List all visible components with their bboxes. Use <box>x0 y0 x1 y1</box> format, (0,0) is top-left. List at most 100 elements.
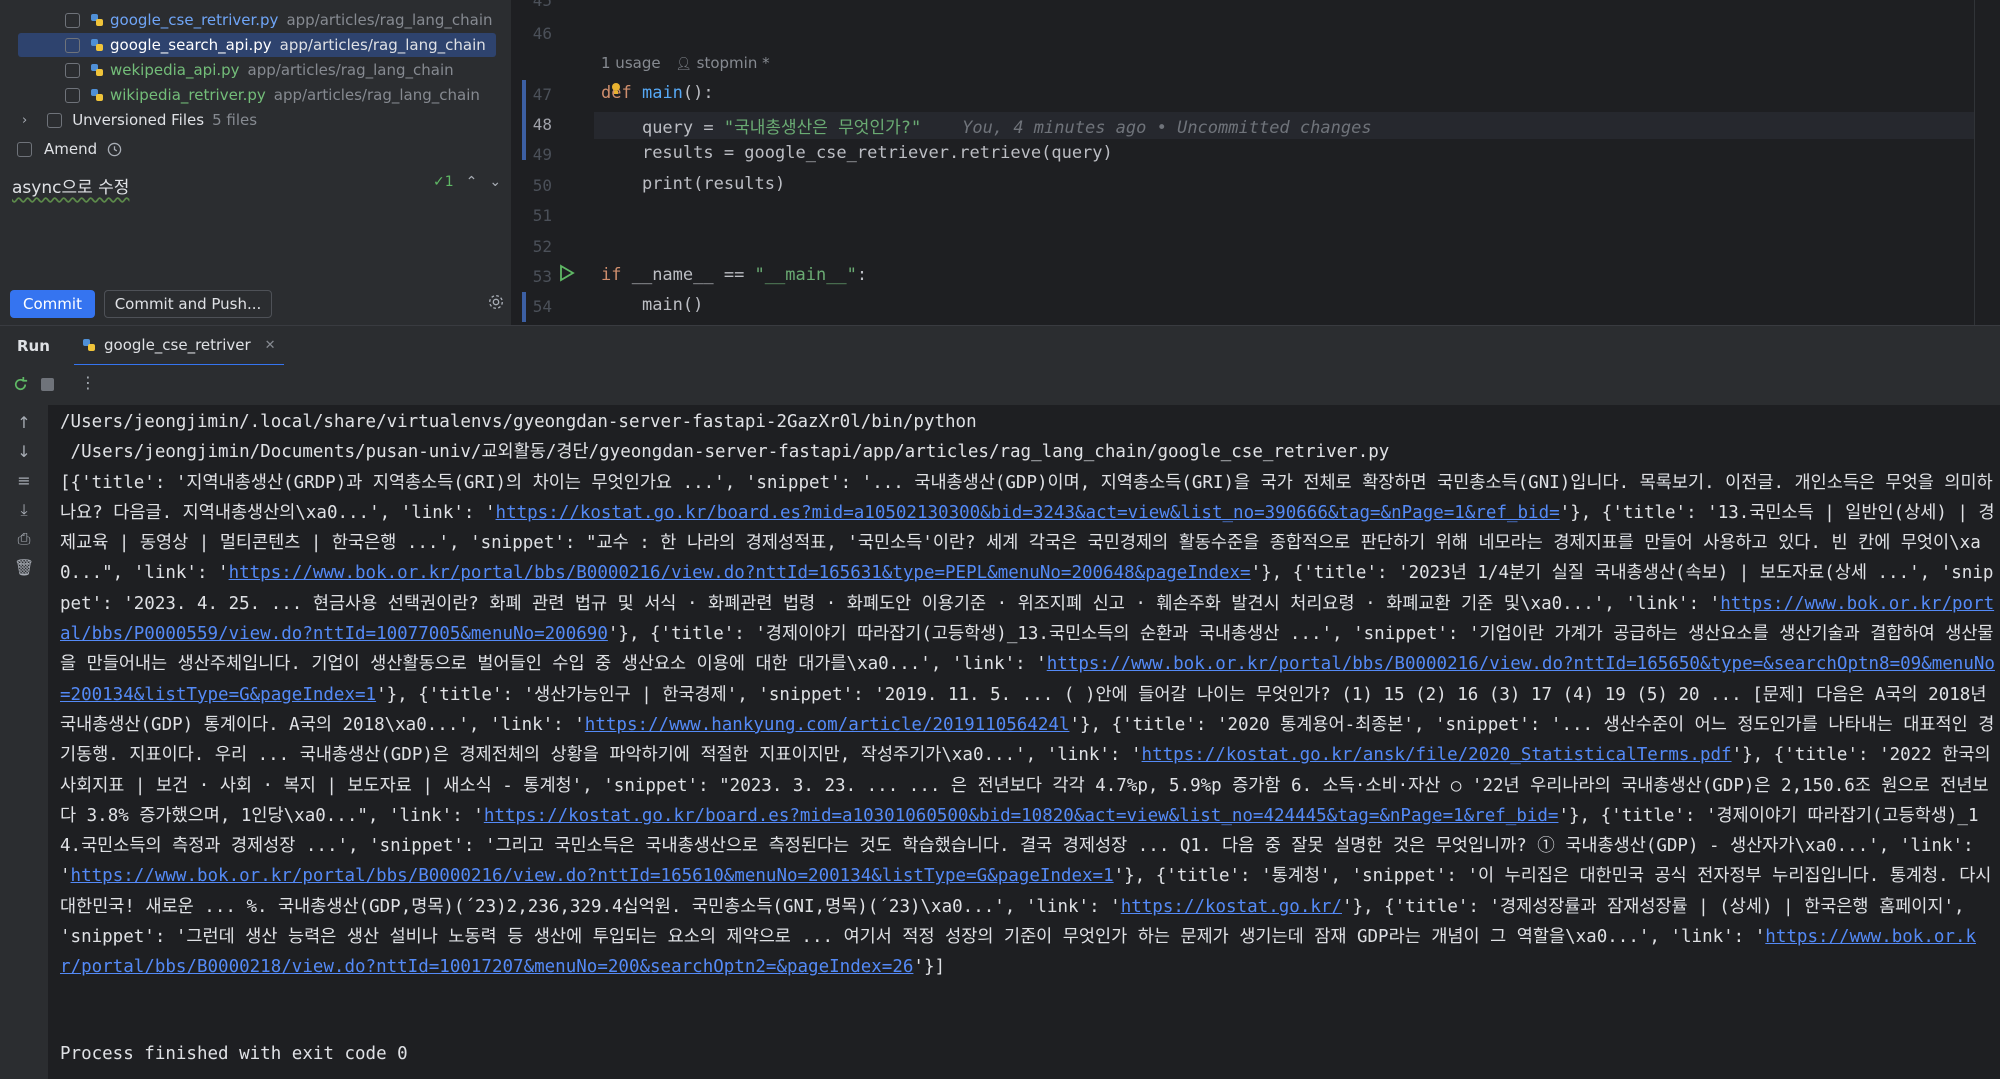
close-icon[interactable]: ✕ <box>265 338 276 353</box>
code-text: __name__ == <box>621 265 755 285</box>
code-line-53: if __name__ == "__main__": <box>601 265 867 285</box>
operator: = <box>693 118 724 138</box>
code-line-54: main() <box>601 295 703 315</box>
run-window-title[interactable]: Run <box>17 337 50 355</box>
unversioned-label: Unversioned Files <box>72 111 205 129</box>
code-text: print(results) <box>641 174 786 194</box>
python-file-icon <box>91 39 103 51</box>
output-link[interactable]: https://www.bok.or.kr/portal/bbs/B000021… <box>71 866 1114 886</box>
python-file-icon <box>91 89 103 101</box>
message-tools: ✓1 ⌃ ⌄ <box>433 174 501 190</box>
changed-file-row[interactable]: google_search_api.py app/articles/rag_la… <box>18 33 496 57</box>
file-path: app/articles/rag_lang_chain <box>286 11 493 29</box>
unversioned-count: 5 files <box>212 111 258 129</box>
scroll-to-end-icon[interactable]: ⤓ <box>14 500 34 520</box>
person-icon: 👤︎ <box>675 57 692 72</box>
usage-count[interactable]: 1 usage <box>601 54 661 72</box>
run-icon[interactable] <box>559 264 575 282</box>
line-number: 50 <box>532 176 552 195</box>
file-checkbox[interactable] <box>65 62 80 78</box>
string-literal: "__main__" <box>754 265 857 285</box>
line-number: 54 <box>532 297 552 316</box>
amend-option[interactable]: Amend <box>17 137 122 161</box>
amend-checkbox[interactable] <box>17 141 32 157</box>
chevron-up-icon[interactable]: ⌃ <box>466 174 478 190</box>
commit-button[interactable]: Commit <box>10 290 95 318</box>
output-text: '}] <box>913 957 946 978</box>
file-name: wekipedia_api.py <box>110 61 240 79</box>
python-interpreter-path: /Users/jeongjimin/.local/share/virtualen… <box>60 412 977 432</box>
file-name: google_cse_retriver.py <box>110 11 279 29</box>
arrow-up-icon[interactable]: ↑ <box>14 413 34 433</box>
stop-icon[interactable] <box>41 378 54 391</box>
console-side-toolbar: ↑ ↓ ≡ ⤓ ⎙ 🗑︎ <box>0 405 48 1079</box>
output-link[interactable]: https://kostat.go.kr/board.es?mid=a10502… <box>496 503 1560 523</box>
code-line-49: results = google_cse_retriever.retrieve(… <box>601 143 1113 163</box>
tab-label: google_cse_retriver <box>104 336 251 354</box>
line-number: 46 <box>532 24 552 43</box>
chevron-right-icon[interactable]: › <box>22 113 27 128</box>
console-output[interactable]: /Users/jeongjimin/.local/share/virtualen… <box>48 405 2000 1079</box>
line-number: 47 <box>532 85 552 104</box>
python-file-icon <box>83 339 95 351</box>
author-hint: stopmin * <box>696 54 770 72</box>
script-path: /Users/jeongjimin/Documents/pusan-univ/교… <box>60 442 1390 463</box>
git-blame-hint[interactable]: You, 4 minutes ago • Uncommitted changes <box>962 118 1371 138</box>
check-count: 1 <box>444 174 454 190</box>
print-icon[interactable]: ⎙ <box>14 529 34 549</box>
line-number: 51 <box>532 206 552 225</box>
changed-file-row[interactable]: google_cse_retriver.py app/articles/rag_… <box>18 8 496 32</box>
line-number: 53 <box>532 267 552 286</box>
tab-google-cse-retriver[interactable]: google_cse_retriver ✕ <box>74 326 284 366</box>
code-punct: (): <box>682 83 714 103</box>
more-options-icon[interactable]: ⋮ <box>80 373 96 392</box>
rerun-icon[interactable] <box>12 376 29 393</box>
code-editor[interactable]: 45 46 47 48 49 50 51 52 53 54 1 usage 👤︎… <box>512 0 2000 325</box>
function-name: main <box>641 83 683 103</box>
string-literal: "국내총생산은 무엇인가?" <box>723 118 922 138</box>
line-number: 45 <box>532 0 552 10</box>
changed-file-row[interactable]: wikipedia_retriver.py app/articles/rag_l… <box>18 83 496 107</box>
unversioned-checkbox[interactable] <box>47 112 63 128</box>
commit-panel: google_cse_retriver.py app/articles/rag_… <box>0 0 512 325</box>
trash-icon[interactable]: 🗑︎ <box>14 558 34 578</box>
check-icon: ✓1 <box>433 174 454 190</box>
output-link[interactable]: https://kostat.go.kr/board.es?mid=a10301… <box>484 806 1559 826</box>
output-link[interactable]: https://kostat.go.kr/ansk/file/2020_Stat… <box>1142 745 1732 765</box>
commit-and-push-button[interactable]: Commit and Push... <box>104 290 272 318</box>
run-toolbar: ⋮ <box>0 365 2000 405</box>
file-checkbox[interactable] <box>65 12 80 28</box>
file-checkbox[interactable] <box>65 37 80 53</box>
right-margin-guide <box>1974 0 1975 325</box>
output-link[interactable]: https://kostat.go.kr/ <box>1121 897 1342 917</box>
file-path: app/articles/rag_lang_chain <box>247 61 454 79</box>
variable: query <box>641 118 694 138</box>
usage-hint[interactable]: 1 usage 👤︎ stopmin * <box>601 54 770 72</box>
gear-icon[interactable] <box>487 293 505 311</box>
file-checkbox[interactable] <box>65 87 80 103</box>
process-exit-message: Process finished with exit code 0 <box>60 1044 408 1064</box>
clock-icon[interactable] <box>107 142 122 157</box>
chevron-down-icon[interactable]: ⌄ <box>489 174 501 190</box>
file-path: app/articles/rag_lang_chain <box>279 36 486 54</box>
soft-wrap-icon[interactable]: ≡ <box>14 471 34 491</box>
output-link[interactable]: https://www.hankyung.com/article/2019110… <box>585 715 1070 735</box>
code-text: main() <box>641 295 704 315</box>
lightbulb-icon[interactable] <box>610 82 622 96</box>
line-number: 49 <box>532 145 552 164</box>
commit-message-input[interactable]: async으로 수정 <box>12 173 129 198</box>
amend-label: Amend <box>44 140 98 158</box>
python-file-icon <box>91 64 103 76</box>
line-number: 48 <box>532 115 552 134</box>
console-text: /Users/jeongjimin/.local/share/virtualen… <box>60 407 1995 983</box>
unversioned-files-node[interactable]: › Unversioned Files 5 files <box>22 108 257 132</box>
changed-file-row[interactable]: wekipedia_api.py app/articles/rag_lang_c… <box>18 58 496 82</box>
run-tool-window-header: Run google_cse_retriver ✕ <box>0 325 2000 366</box>
output-link[interactable]: https://www.bok.or.kr/portal/bbs/B000021… <box>229 563 1251 583</box>
keyword: if <box>601 265 622 285</box>
code-line-48: query = "국내총생산은 무엇인가?" You, 4 minutes ag… <box>601 113 1372 138</box>
code-line-50: print(results) <box>601 174 785 194</box>
file-path: app/articles/rag_lang_chain <box>273 86 480 104</box>
arrow-down-icon[interactable]: ↓ <box>14 442 34 462</box>
python-file-icon <box>91 14 103 26</box>
